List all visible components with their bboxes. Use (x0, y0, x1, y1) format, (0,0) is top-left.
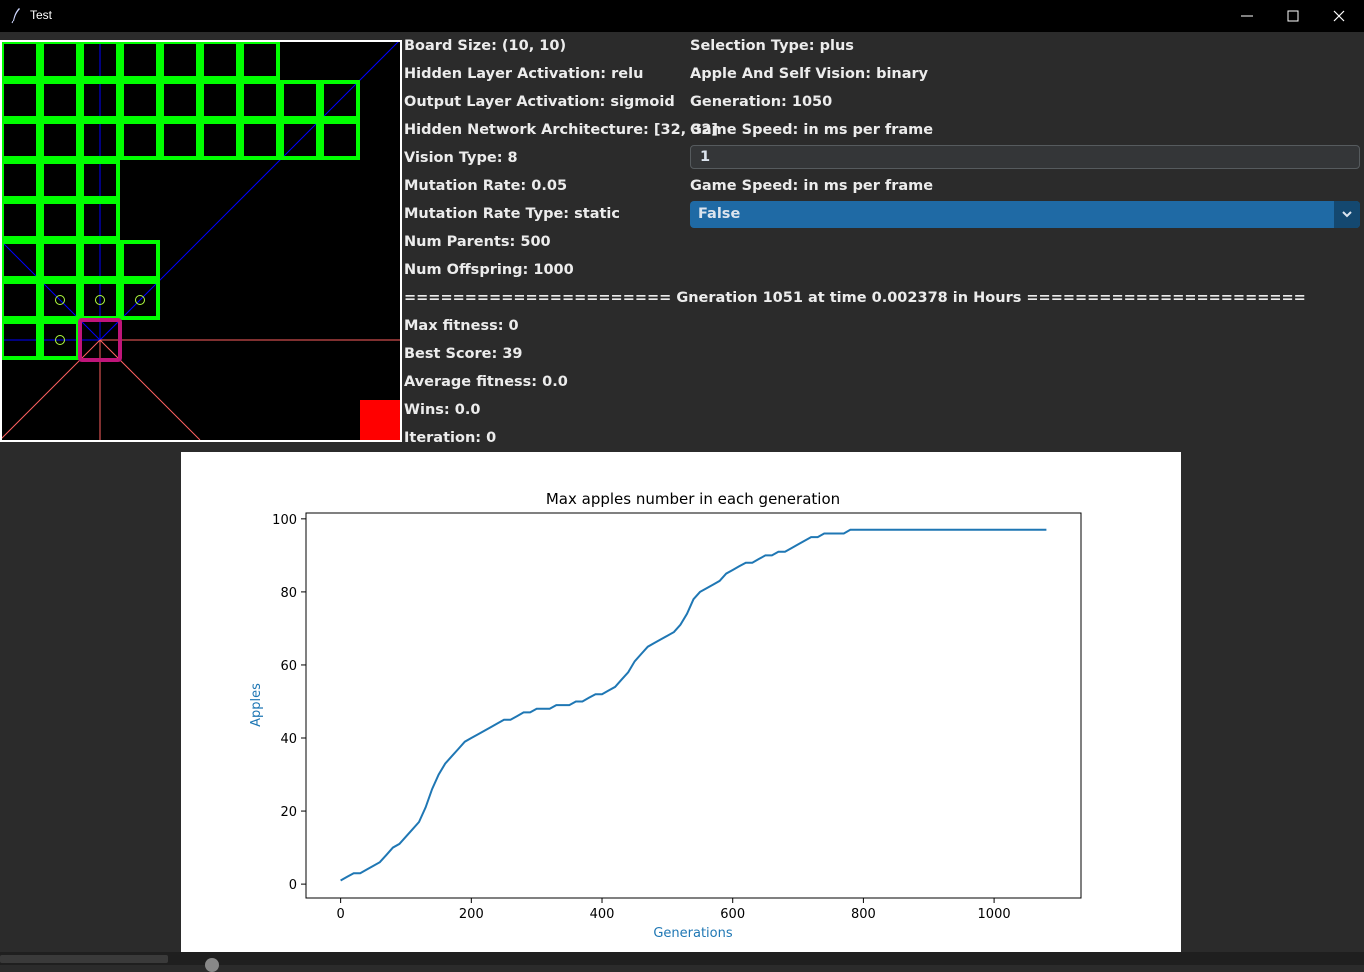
average-fitness-label: Average fitness: 0.0 (404, 374, 568, 390)
y-axis-label: Apples (249, 683, 264, 727)
dropdown-value: False (698, 206, 741, 222)
window-titlebar: Test (0, 0, 1364, 32)
y-tick-label: 80 (280, 586, 297, 601)
iteration-label: Iteration: 0 (404, 430, 497, 446)
wins-label: Wins: 0.0 (404, 402, 481, 418)
maximize-button[interactable] (1270, 0, 1316, 32)
series-line (340, 528, 1047, 882)
x-tick-label: 600 (720, 907, 745, 922)
minimize-button[interactable] (1224, 0, 1270, 32)
chart-panel: Max apples number in each generation 0 20… (181, 452, 1181, 952)
maximize-icon (1287, 10, 1299, 22)
x-tick-label: 1000 (978, 907, 1011, 922)
game-speed-label: Game Speed: in ms per frame (690, 122, 934, 138)
generation-banner: ====================== Gneration 1051 at… (404, 290, 1306, 306)
x-tick-label: 400 (590, 907, 615, 922)
scroll-handle[interactable] (205, 958, 219, 972)
x-tick-label: 800 (851, 907, 876, 922)
x-tick-label: 200 (459, 907, 484, 922)
close-icon (1333, 10, 1345, 22)
y-tick-label: 100 (272, 513, 297, 528)
generation-label: Generation: 1050 (690, 94, 833, 110)
y-tick-label: 20 (280, 805, 297, 820)
close-button[interactable] (1316, 0, 1362, 32)
architecture-label: Hidden Network Architecture: [32, 32] (404, 122, 719, 138)
best-score-label: Best Score: 39 (404, 346, 523, 362)
plot-frame (305, 512, 1082, 899)
output-activation-label: Output Layer Activation: sigmoid (404, 94, 675, 110)
y-tick-label: 60 (280, 659, 297, 674)
minimize-icon (1241, 15, 1253, 17)
mutation-rate-label: Mutation Rate: 0.05 (404, 178, 568, 194)
dropdown-toggle[interactable] (1334, 201, 1360, 228)
chevron-down-icon (1342, 211, 1352, 218)
num-parents-label: Num Parents: 500 (404, 234, 551, 250)
feather-icon (11, 8, 20, 24)
horizontal-scrollbar[interactable] (0, 955, 168, 963)
game-speed-input[interactable]: 1 (690, 145, 1360, 169)
y-tick-label: 0 (289, 878, 297, 893)
y-tick-label: 40 (280, 732, 297, 747)
vision-type-label: Vision Type: 8 (404, 150, 518, 166)
apple (360, 400, 400, 440)
max-fitness-label: Max fitness: 0 (404, 318, 519, 334)
selection-type-label: Selection Type: plus (690, 38, 854, 54)
window-title: Test (30, 8, 53, 22)
hidden-activation-label: Hidden Layer Activation: relu (404, 66, 644, 82)
mutation-rate-type-label: Mutation Rate Type: static (404, 206, 620, 222)
x-axis-label: Generations (653, 926, 733, 941)
game-speed-label-2: Game Speed: in ms per frame (690, 178, 934, 194)
board-size-label: Board Size: (10, 10) (404, 38, 567, 54)
apples-chart: Max apples number in each generation 0 20… (249, 490, 1082, 941)
chart-title: Max apples number in each generation (546, 490, 840, 508)
x-tick-label: 0 (336, 907, 344, 922)
num-offspring-label: Num Offspring: 1000 (404, 262, 574, 278)
game-board (0, 40, 402, 442)
option-dropdown[interactable]: False (690, 201, 1360, 228)
apple-self-vision-label: Apple And Self Vision: binary (690, 66, 929, 82)
